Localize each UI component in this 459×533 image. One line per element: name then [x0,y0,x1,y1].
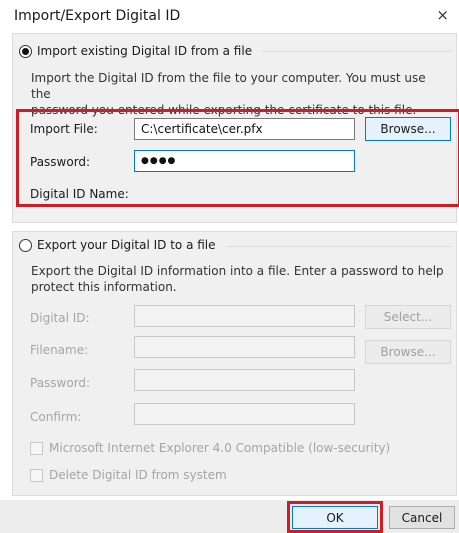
export-group-divider [226,246,452,247]
export-digital-id-label: Digital ID: [30,311,90,325]
import-radio[interactable]: Import existing Digital ID from a file [19,44,252,58]
export-filename-field[interactable] [134,336,355,358]
export-confirm-field[interactable] [134,403,355,425]
export-password-field[interactable] [134,369,355,391]
ok-button[interactable]: OK [292,506,378,529]
radio-selected-icon [19,44,32,58]
radio-unselected-icon [19,238,32,252]
import-browse-button[interactable]: Browse... [365,117,451,141]
export-password-label: Password: [30,376,91,390]
export-description-line1: Export the Digital ID information into a… [31,264,444,278]
checkbox-icon [30,441,43,455]
cancel-button[interactable]: Cancel [389,506,455,529]
import-group-divider [262,51,452,52]
import-description-line1: Import the Digital ID from the file to y… [31,71,426,101]
ie-compat-checkbox[interactable]: Microsoft Internet Explorer 4.0 Compatib… [30,441,390,455]
close-icon[interactable]: × [436,6,449,24]
dialog-title: Import/Export Digital ID [14,8,181,24]
export-browse-button[interactable]: Browse... [365,340,451,364]
export-select-button[interactable]: Select... [365,305,451,329]
export-radio-label: Export your Digital ID to a file [37,238,216,252]
import-radio-label: Import existing Digital ID from a file [37,44,253,58]
checkbox-icon [30,468,43,482]
delete-id-label: Delete Digital ID from system [49,468,227,482]
import-file-label: Import File: [30,122,98,136]
export-digital-id-field[interactable] [134,305,355,327]
export-radio[interactable]: Export your Digital ID to a file [19,238,216,252]
export-confirm-label: Confirm: [30,410,82,424]
export-description: Export the Digital ID information into a… [31,263,446,295]
export-filename-label: Filename: [30,343,89,357]
export-description-line2: protect this information. [31,280,177,294]
digital-id-name-label: Digital ID Name: [30,187,129,201]
delete-id-checkbox[interactable]: Delete Digital ID from system [30,468,227,482]
ie-compat-label: Microsoft Internet Explorer 4.0 Compatib… [49,441,391,455]
import-password-field[interactable]: ●●●● [134,150,355,172]
import-file-field[interactable]: C:\certificate\cer.pfx [134,118,355,140]
import-password-label: Password: [30,155,91,169]
